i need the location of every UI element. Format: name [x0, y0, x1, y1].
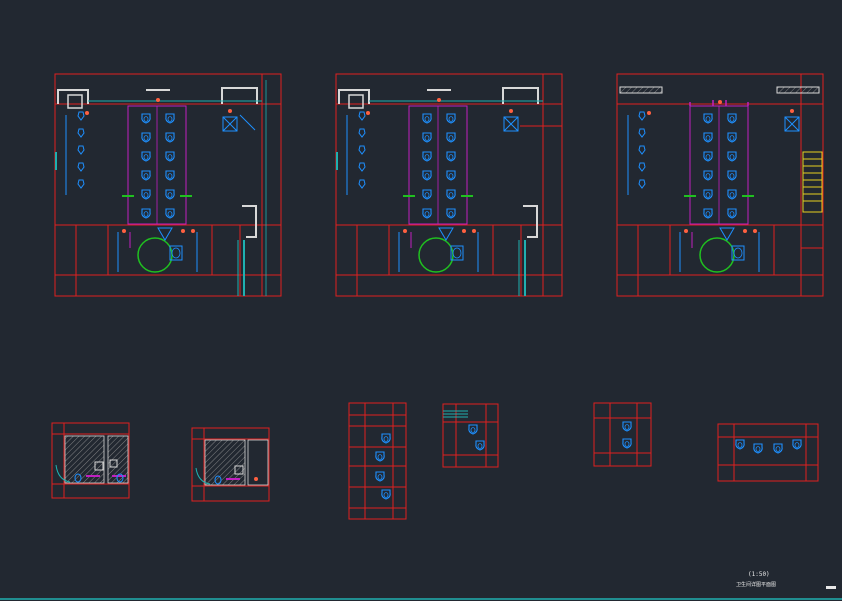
toilet-rows — [141, 113, 175, 219]
title-block: (1:50) 卫生间详图平面图 — [736, 571, 836, 597]
scale-label: (1:50) — [748, 571, 770, 578]
detail-plan-2 — [191, 427, 270, 502]
urinal-row — [77, 111, 85, 189]
urinal-row — [358, 111, 366, 189]
detail-plan-6 — [717, 423, 819, 482]
urinal-row — [638, 111, 646, 189]
drawing-name: 卫生间详图平面图 — [736, 582, 777, 588]
cad-drawing-canvas — [0, 73, 842, 600]
floor-plan-1 — [54, 73, 282, 297]
wheelchair-turning-circle — [137, 237, 173, 273]
sheet-number-mark — [826, 586, 836, 589]
stair-treads — [802, 151, 823, 213]
floor-plan-2 — [335, 73, 563, 297]
wheelchair-turning-circle — [418, 237, 454, 273]
toilet-rows — [422, 113, 456, 219]
wheelchair-turning-circle — [699, 237, 735, 273]
detail-plan-1 — [51, 422, 130, 499]
detail-plan-3 — [348, 402, 407, 520]
toilet-rows — [703, 113, 737, 219]
floor-plan-3 — [616, 73, 824, 297]
detail-plan-4 — [442, 403, 499, 468]
detail-plan-5 — [593, 402, 652, 467]
